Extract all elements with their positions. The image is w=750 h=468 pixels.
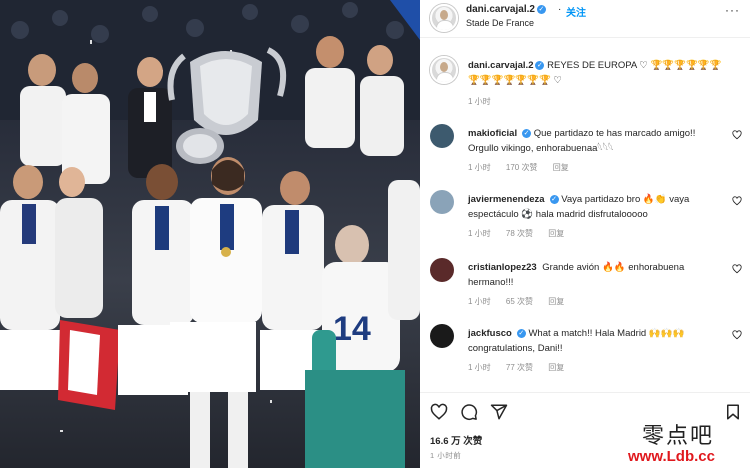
reply-button[interactable]: 回复 [548,229,564,238]
comment-likes[interactable]: 77 次赞 [506,363,533,372]
comment-avatar[interactable] [430,190,454,214]
comment-text: makioficial ✓ Que partidazo te has marcad… [468,126,720,156]
comment-time[interactable]: 1 小时 [468,163,491,172]
follow-button[interactable]: 关注 [566,4,586,19]
watermark-text: 零点吧 [642,424,715,449]
caption-body-line2: 🏆🏆🏆🏆🏆🏆🏆 ♡ [468,75,562,86]
verified-badge-icon: ✓ [516,328,526,338]
heart-icon[interactable] [732,264,742,274]
comment-text: jackfusco ✓ What a match!! Hala Madrid 🙌🙌… [468,326,720,356]
celebration-photo-illustration: 14 [0,0,420,468]
post-photo[interactable]: 14 [0,0,420,468]
share-icon[interactable] [490,403,508,421]
comment-text: javiermenendeza ✓ Vaya partidazo bro 🔥👏 v… [468,192,720,222]
reply-button[interactable]: 回复 [553,163,569,172]
comment-avatar[interactable] [430,258,454,282]
avatar[interactable] [430,56,458,84]
reply-button[interactable]: 回复 [548,297,564,306]
separator-dot: · [558,4,562,15]
comment-likes[interactable]: 78 次赞 [506,229,533,238]
comment-time[interactable]: 1 小时 [468,229,491,238]
comment-meta: 1 小时 77 次赞 回复 [468,362,577,373]
comment-username[interactable]: javiermenendeza [468,194,545,205]
heart-icon[interactable] [732,196,742,206]
watermark-url: www.Ldb.cc [628,448,715,465]
verified-badge-icon: ✓ [522,128,532,138]
caption-text: dani.carvajal.2 ✓ REYES DE EUROPA ♡ 🏆🏆🏆🏆🏆… [468,58,736,88]
comment-avatar[interactable] [430,324,454,348]
post-header: dani.carvajal.2 ✓ · 关注 Stade De France ··… [420,0,750,38]
caption-username[interactable]: dani.carvajal.2 [468,60,533,71]
avatar[interactable] [430,4,458,32]
comment-username[interactable]: cristianlopez23 [468,262,537,273]
like-heart-icon[interactable] [430,403,448,421]
verified-badge-icon: ✓ [536,4,546,14]
comment-meta: 1 小时 78 次赞 回复 [468,228,577,239]
comment-username[interactable]: jackfusco [468,328,512,339]
verified-badge-icon: ✓ [535,60,545,70]
comment-likes[interactable]: 65 次赞 [506,297,533,306]
more-icon[interactable]: ··· [725,3,740,17]
caption-meta: 1 小时 [468,96,505,107]
caption-time[interactable]: 1 小时 [468,97,491,106]
comment-avatar[interactable] [430,124,454,148]
location-link[interactable]: Stade De France [466,18,534,28]
caption-body: REYES DE EUROPA ♡ 🏆🏆🏆🏆🏆🏆 [547,60,722,71]
comment-meta: 1 小时 65 次赞 回复 [468,296,577,307]
comment-likes[interactable]: 170 次赞 [506,163,538,172]
username[interactable]: dani.carvajal.2 ✓ [466,4,546,15]
post-side-panel: dani.carvajal.2 ✓ · 关注 Stade De France ··… [420,0,750,468]
comment-item: javiermenendeza ✓ Vaya partidazo bro 🔥👏 v… [420,190,750,256]
comment-icon[interactable] [460,403,478,421]
reply-button[interactable]: 回复 [548,363,564,372]
comment-time[interactable]: 1 小时 [468,363,491,372]
post-time[interactable]: 1 小时前 [430,450,461,461]
verified-badge-icon: ✓ [549,194,559,204]
comment-item: makioficial ✓ Que partidazo te has marcad… [420,124,750,190]
comments-list[interactable]: dani.carvajal.2 ✓ REYES DE EUROPA ♡ 🏆🏆🏆🏆🏆… [420,38,750,390]
comment-item: cristianlopez23 Grande avión 🔥🔥 enhorabu… [420,258,750,324]
svg-text:14: 14 [333,310,371,348]
likes-count[interactable]: 16.6 万 次赞 [430,433,482,447]
comment-meta: 1 小时 170 次赞 回复 [468,162,582,173]
comment-username[interactable]: makioficial [468,128,517,139]
heart-icon[interactable] [732,330,742,340]
bookmark-icon[interactable] [724,403,742,421]
heart-icon[interactable] [732,130,742,140]
comment-item: jackfusco ✓ What a match!! Hala Madrid 🙌🙌… [420,324,750,390]
comment-time[interactable]: 1 小时 [468,297,491,306]
comment-text: cristianlopez23 Grande avión 🔥🔥 enhorabu… [468,260,720,290]
